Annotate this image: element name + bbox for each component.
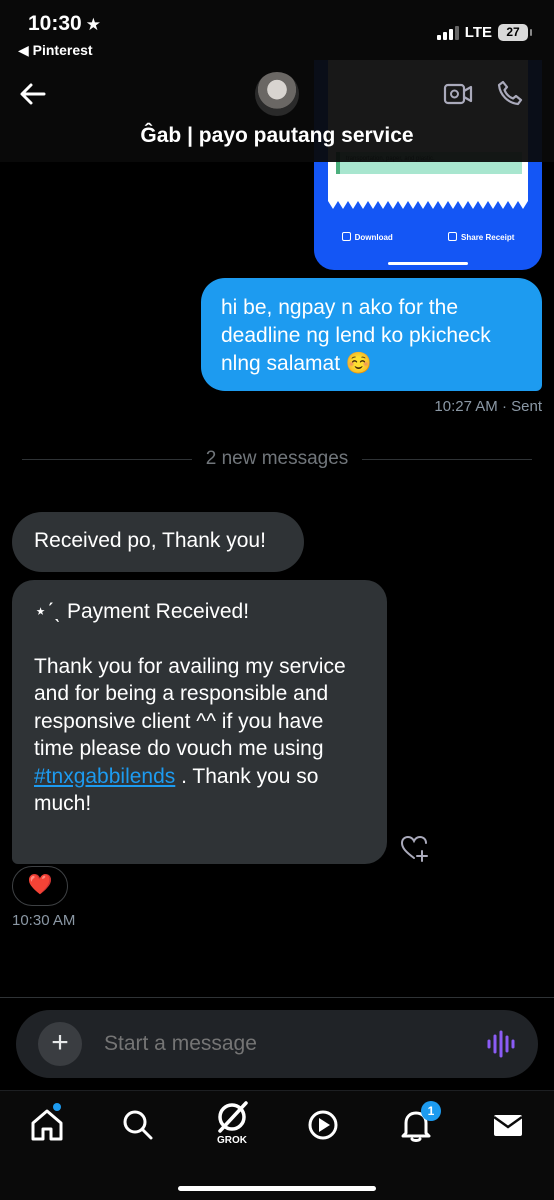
back-to-app-link[interactable]: ◀ Pinterest [18, 42, 93, 59]
contact-name[interactable]: Ĝab | payo pautang service [0, 124, 554, 148]
add-reaction-icon[interactable] [400, 834, 430, 862]
star-icon: ★ [85, 15, 101, 34]
receipt-actions: Download Share Receipt [314, 232, 542, 242]
hashtag-link[interactable]: #tnxgabbilends [34, 765, 175, 788]
status-time: 10:30 ★ [28, 12, 101, 35]
received-message-bubble[interactable]: Received po, Thank you! [12, 512, 304, 572]
phone-call-icon[interactable] [496, 79, 524, 107]
sent-message-bubble[interactable]: hi be, ngpay n ako for the deadline ng l… [201, 278, 542, 391]
grok-label: GROK [217, 1135, 247, 1146]
back-arrow-icon[interactable] [18, 80, 48, 108]
receipt-download-button: Download [341, 232, 393, 242]
received-message-body-text: Thank you for availing my service and fo… [34, 654, 346, 761]
home-indicator [178, 1186, 376, 1191]
home-new-dot [53, 1103, 61, 1111]
heart-reaction[interactable]: ❤️ [12, 866, 68, 906]
video-call-icon[interactable] [443, 82, 473, 106]
received-message-time: 10:30 AM [12, 912, 76, 929]
message-input[interactable] [104, 1032, 444, 1056]
new-messages-divider: 2 new messages [22, 448, 533, 470]
voice-message-icon[interactable] [486, 1030, 516, 1058]
receipt-share-label: Share Receipt [461, 233, 515, 242]
notifications-badge: 1 [421, 1101, 441, 1121]
receipt-share-button: Share Receipt [448, 232, 514, 242]
receipt-download-label: Download [354, 233, 393, 242]
received-message-text: Received po, Thank you! [34, 529, 266, 552]
download-icon [341, 232, 351, 241]
divider-line [362, 458, 533, 460]
composer-border [0, 997, 554, 998]
avatar[interactable] [255, 72, 299, 116]
sent-message-meta: 10:27 AM · Sent [434, 398, 542, 415]
home-icon[interactable] [27, 1105, 67, 1145]
bottom-navigation: GROK 1 [0, 1090, 554, 1200]
add-media-button[interactable]: + [38, 1022, 82, 1066]
messages-envelope-icon[interactable] [488, 1105, 528, 1145]
network-type: LTE [464, 24, 492, 41]
grok-icon[interactable] [212, 1097, 252, 1137]
status-indicators: LTE 27 [436, 24, 532, 41]
divider-line [22, 458, 192, 460]
video-play-icon[interactable] [303, 1105, 343, 1145]
payment-received-heading: ⋆ˊˎ Payment Received! [34, 600, 250, 623]
new-messages-label: 2 new messages [205, 448, 349, 469]
message-composer: + [16, 1010, 538, 1078]
conversation-header: 10:30 ★ ◀ Pinterest LTE 27 Ĝab | payo pau… [0, 0, 554, 162]
share-icon [448, 232, 458, 241]
search-icon[interactable] [118, 1105, 158, 1145]
received-message-body: Thank you for availing my service and fo… [34, 653, 365, 818]
sent-message-text: hi be, ngpay n ako for the deadline ng l… [221, 296, 491, 375]
receipt-home-indicator [388, 262, 468, 265]
received-message-bubble[interactable]: ⋆ˊˎ Payment Received! Thank you for avai… [12, 580, 387, 864]
receipt-zigzag-edge [328, 195, 528, 209]
signal-icon [436, 25, 459, 40]
battery-icon: 27 [498, 24, 532, 41]
